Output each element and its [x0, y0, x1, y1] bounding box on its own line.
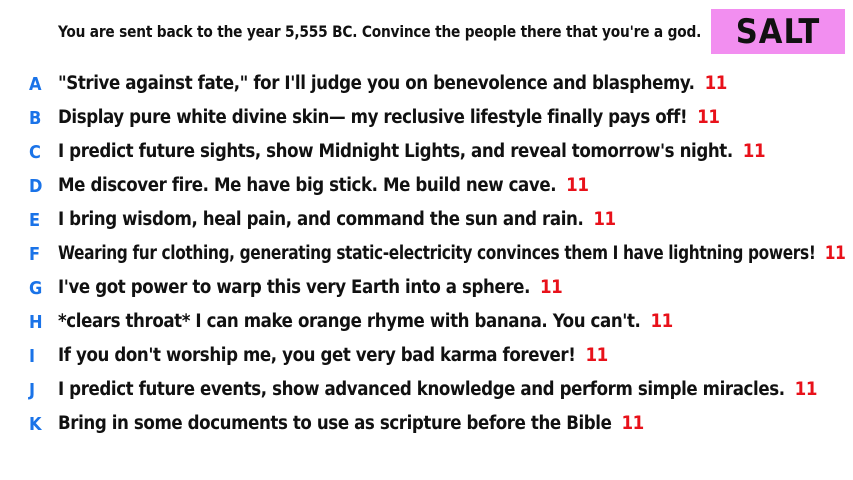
answer-text: Me discover fire. Me have big stick. Me …	[58, 175, 557, 196]
answer-letter: B	[29, 108, 42, 129]
prompt-text: You are sent back to the year 5,555 BC. …	[58, 22, 702, 41]
answer-text: I bring wisdom, heal pain, and command t…	[58, 209, 584, 230]
answer-letter: D	[29, 176, 43, 197]
answer-row-j: J I predict future events, show advanced…	[0, 374, 853, 408]
answer-score: 11	[593, 209, 616, 230]
answer-letter: C	[29, 142, 41, 163]
answer-line: *clears throat* I can make orange rhyme …	[58, 311, 673, 332]
answer-letter: K	[29, 414, 42, 435]
answer-letter: I	[29, 346, 36, 367]
answer-text: I predict future events, show advanced k…	[58, 379, 785, 400]
answer-row-a: A "Strive against fate," for I'll judge …	[0, 68, 853, 102]
answer-score: 11	[621, 413, 644, 434]
answer-row-k: K Bring in some documents to use as scri…	[0, 408, 853, 442]
answer-line: I bring wisdom, heal pain, and command t…	[58, 209, 616, 230]
answer-letter: H	[29, 312, 43, 333]
answer-score: 11	[742, 141, 766, 162]
answer-row-b: B Display pure white divine skin— my rec…	[0, 102, 853, 136]
answer-line: Display pure white divine skin— my reclu…	[58, 107, 720, 128]
answer-letter: J	[29, 380, 36, 401]
answer-score: 11	[650, 311, 673, 332]
brand-label: SALT	[735, 11, 821, 52]
answer-score: 11	[540, 277, 563, 298]
answer-line: If you don't worship me, you get very ba…	[58, 345, 608, 366]
answer-list: A "Strive against fate," for I'll judge …	[0, 68, 853, 442]
answer-row-i: I If you don't worship me, you get very …	[0, 340, 853, 374]
answer-line: I predict future events, show advanced k…	[58, 379, 817, 400]
answer-row-e: E I bring wisdom, heal pain, and command…	[0, 204, 853, 238]
answer-score: 11	[824, 243, 846, 264]
answer-score: 11	[697, 107, 720, 128]
answer-letter: F	[29, 244, 41, 265]
answer-letter: E	[29, 210, 41, 231]
answer-row-f: F Wearing fur clothing, generating stati…	[0, 238, 853, 272]
answer-text: I predict future sights, show Midnight L…	[58, 141, 733, 162]
answer-row-c: C I predict future sights, show Midnight…	[0, 136, 853, 170]
answer-line: "Strive against fate," for I'll judge yo…	[58, 73, 727, 94]
answer-row-g: G I've got power to warp this very Earth…	[0, 272, 853, 306]
answer-score: 11	[704, 73, 728, 94]
answer-line: Me discover fire. Me have big stick. Me …	[58, 175, 589, 196]
answer-text: "Strive against fate," for I'll judge yo…	[58, 73, 695, 94]
answer-score: 11	[794, 379, 818, 400]
answer-text: Wearing fur clothing, generating static-…	[58, 243, 816, 264]
answer-text: *clears throat* I can make orange rhyme …	[58, 311, 641, 332]
answer-row-h: H *clears throat* I can make orange rhym…	[0, 306, 853, 340]
answer-line: Wearing fur clothing, generating static-…	[58, 243, 846, 264]
answer-line: I predict future sights, show Midnight L…	[58, 141, 766, 162]
answer-text: Display pure white divine skin— my reclu…	[58, 107, 688, 128]
answer-text: I've got power to warp this very Earth i…	[58, 277, 530, 298]
answer-text: If you don't worship me, you get very ba…	[58, 345, 576, 366]
answer-score: 11	[585, 345, 608, 366]
answer-score: 11	[566, 175, 589, 196]
answer-row-d: D Me discover fire. Me have big stick. M…	[0, 170, 853, 204]
answer-line: I've got power to warp this very Earth i…	[58, 277, 563, 298]
brand-badge: SALT	[711, 9, 845, 54]
answer-text: Bring in some documents to use as script…	[58, 413, 612, 434]
answer-letter: G	[29, 278, 43, 299]
answer-line: Bring in some documents to use as script…	[58, 413, 644, 434]
answer-letter: A	[29, 74, 42, 95]
